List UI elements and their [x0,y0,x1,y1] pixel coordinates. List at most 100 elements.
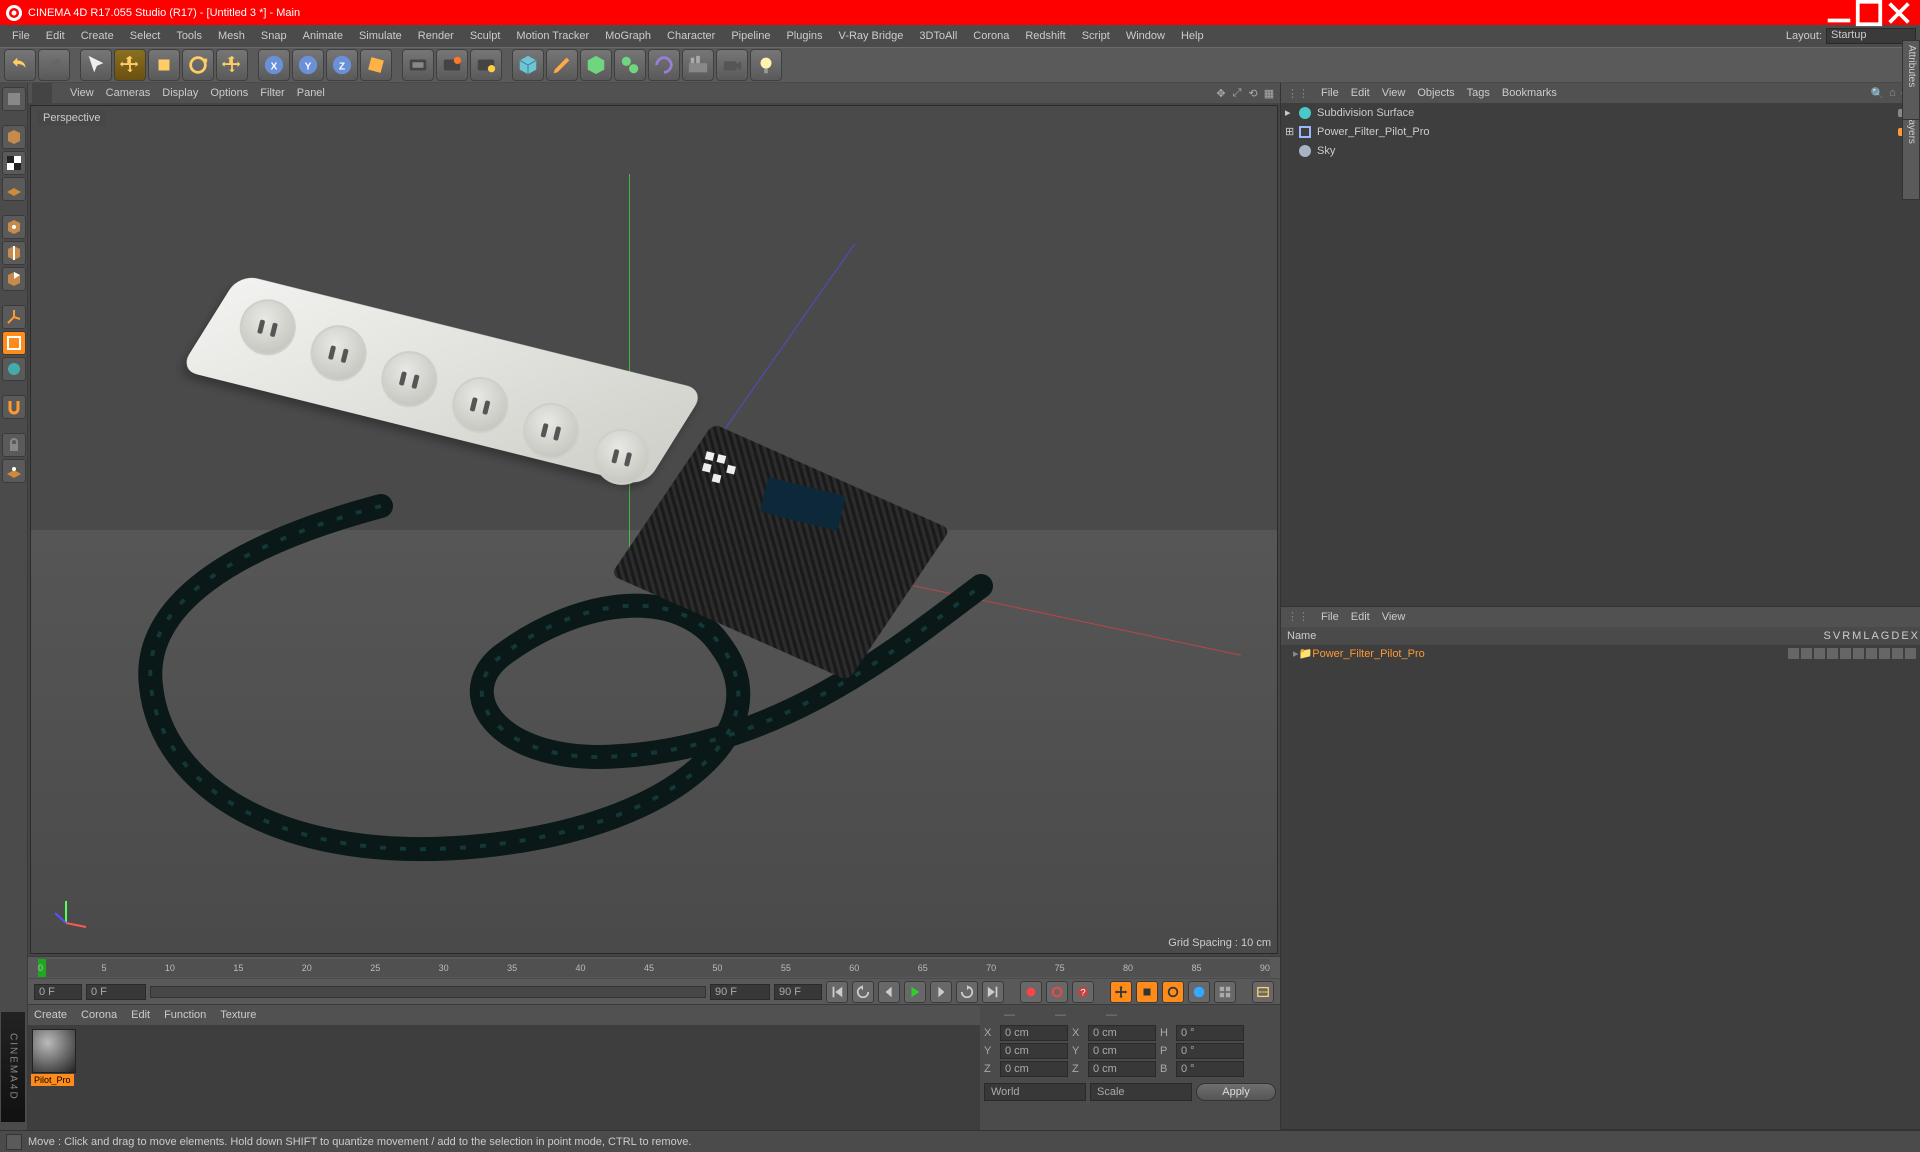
pos-key-button[interactable] [1110,981,1132,1003]
frame-end-field[interactable]: 90 F [774,984,822,1000]
mat-menu-function[interactable]: Function [164,1009,206,1021]
render-settings[interactable] [470,49,502,81]
vp-move-icon[interactable]: ✥ [1214,86,1228,100]
material-list[interactable]: Pilot_Pro [28,1025,980,1130]
coord-x-rot[interactable]: 0 ° [1176,1025,1244,1041]
snap-icon[interactable] [2,395,26,419]
maximize-button[interactable] [1854,3,1884,23]
tm-menu-file[interactable]: File [1321,611,1339,623]
viewport-solo-icon[interactable] [2,357,26,381]
make-editable-icon[interactable] [2,87,26,111]
take-tree[interactable]: Name S V R M L A G D E X ▸ 📁 Power_Filte… [1281,627,1920,1130]
axis-icon[interactable] [2,305,26,329]
menu-tools[interactable]: Tools [168,25,210,47]
menu-render[interactable]: Render [410,25,462,47]
mat-menu-edit[interactable]: Edit [131,1009,150,1021]
model-mode-icon[interactable] [2,125,26,149]
locked-workplane-icon[interactable] [2,433,26,457]
coord-mode-select[interactable]: World [984,1083,1086,1101]
mat-menu-texture[interactable]: Texture [220,1009,256,1021]
goto-nextkey-button[interactable] [956,981,978,1003]
coord-system[interactable] [360,49,392,81]
polygon-mode-icon[interactable] [2,267,26,291]
coord-z-size[interactable]: 0 cm [1088,1061,1156,1077]
prev-frame-button[interactable] [878,981,900,1003]
add-cube[interactable] [512,49,544,81]
menu-character[interactable]: Character [659,25,723,47]
edge-mode-icon[interactable] [2,241,26,265]
object-tree[interactable]: ▸ Subdivision Surface ✓ ⊞ Power_Filter_P… [1281,103,1920,606]
menu-redshift[interactable]: Redshift [1017,25,1073,47]
play-button[interactable] [904,981,926,1003]
workplane-mode-icon[interactable] [2,177,26,201]
menu-mesh[interactable]: Mesh [210,25,253,47]
undo-button[interactable] [4,49,36,81]
menu-window[interactable]: Window [1118,25,1173,47]
vp-menu-panel[interactable]: Panel [297,87,325,99]
add-pen[interactable] [546,49,578,81]
menu-motiontracker[interactable]: Motion Tracker [508,25,597,47]
rotate-tool[interactable] [182,49,214,81]
tm-handle-icon[interactable]: ⋮⋮ [1287,610,1309,623]
timeline-ruler[interactable]: 051015202530354045505560657075808590 [28,956,1280,978]
apply-button[interactable]: Apply [1196,1083,1276,1101]
menu-help[interactable]: Help [1173,25,1212,47]
menu-file[interactable]: File [4,25,38,47]
om-menu-edit[interactable]: Edit [1351,87,1370,99]
expand-icon[interactable]: ▸ [1285,106,1297,119]
menu-mograph[interactable]: MoGraph [597,25,659,47]
om-menu-bookmarks[interactable]: Bookmarks [1502,87,1557,99]
menu-vray[interactable]: V-Ray Bridge [831,25,912,47]
render-pv[interactable] [436,49,468,81]
planar-workplane-icon[interactable] [2,459,26,483]
x-axis-lock[interactable]: X [258,49,290,81]
range-slider[interactable] [150,986,706,998]
om-search-icon[interactable]: 🔍 [1871,87,1884,100]
viewport-perspective[interactable]: Perspective Grid Spacing : 10 cm [30,105,1278,954]
take-row[interactable]: ▸ 📁 Power_Filter_Pilot_Pro [1281,645,1920,663]
vp-menu-view[interactable]: View [70,87,94,99]
z-axis-lock[interactable]: Z [326,49,358,81]
autokey-button[interactable] [1046,981,1068,1003]
vp-rotate-icon[interactable]: ⟲ [1246,86,1260,100]
texture-mode-icon[interactable] [2,151,26,175]
coord-z-rot[interactable]: 0 ° [1176,1061,1244,1077]
goto-prevkey-button[interactable] [852,981,874,1003]
obj-sky[interactable]: Sky [1281,141,1920,160]
mat-menu-create[interactable]: Create [34,1009,67,1021]
om-menu-file[interactable]: File [1321,87,1339,99]
om-menu-objects[interactable]: Objects [1417,87,1454,99]
pla-key-button[interactable] [1214,981,1236,1003]
coord-y-pos[interactable]: 0 cm [1000,1043,1068,1059]
vp-menu-options[interactable]: Options [210,87,248,99]
timeline-popup-button[interactable] [1252,981,1274,1003]
menu-corona[interactable]: Corona [965,25,1017,47]
menu-pipeline[interactable]: Pipeline [723,25,778,47]
add-deformer[interactable] [648,49,680,81]
vp-menu-display[interactable]: Display [162,87,198,99]
move-tool[interactable] [114,49,146,81]
expand-icon[interactable]: ⊞ [1285,125,1297,138]
render-view[interactable] [402,49,434,81]
coord-z-pos[interactable]: 0 cm [1000,1061,1068,1077]
scale-key-button[interactable] [1136,981,1158,1003]
om-home-icon[interactable]: ⌂ [1886,87,1899,100]
add-nurbs[interactable] [580,49,612,81]
add-environment[interactable] [682,49,714,81]
param-key-button[interactable]: P [1188,981,1210,1003]
keyselection-button[interactable]: ? [1072,981,1094,1003]
om-menu-tags[interactable]: Tags [1467,87,1490,99]
add-camera[interactable] [716,49,748,81]
menu-sculpt[interactable]: Sculpt [462,25,509,47]
tm-menu-view[interactable]: View [1382,611,1406,623]
viewport-pad-icon[interactable] [32,83,52,103]
mat-menu-corona[interactable]: Corona [81,1009,117,1021]
menu-select[interactable]: Select [122,25,169,47]
sidetab-attributes[interactable]: Attributes [1902,40,1920,120]
om-menu-view[interactable]: View [1382,87,1406,99]
coord-x-pos[interactable]: 0 cm [1000,1025,1068,1041]
range-start-field[interactable]: 0 F [86,984,146,1000]
redo-button[interactable] [38,49,70,81]
next-frame-button[interactable] [930,981,952,1003]
coord-y-size[interactable]: 0 cm [1088,1043,1156,1059]
